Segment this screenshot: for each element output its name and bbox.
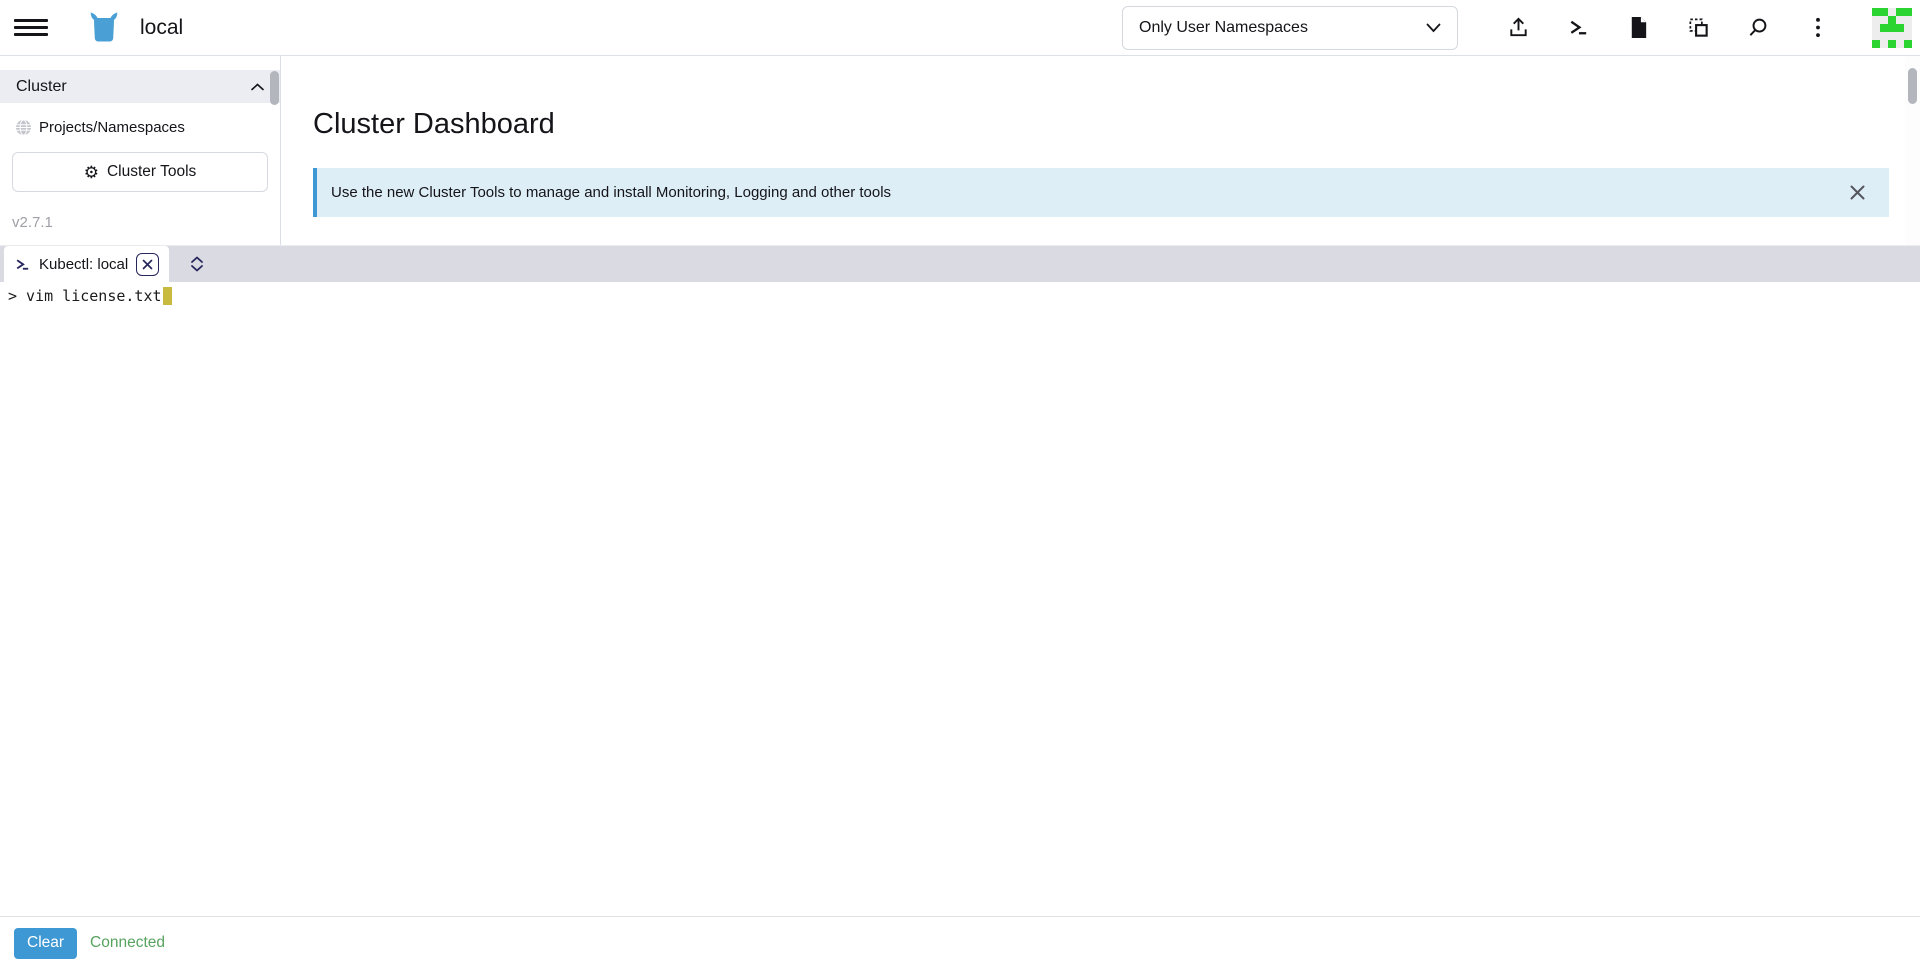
main-menu-button[interactable] [14, 11, 48, 45]
clear-button[interactable]: Clear [14, 928, 77, 959]
kubectl-shell-icon [14, 256, 31, 273]
terminal-prompt-line: > vim license.txt [8, 287, 162, 305]
terminal-resize-button[interactable] [184, 246, 210, 282]
info-banner-text: Use the new Cluster Tools to manage and … [331, 184, 891, 201]
upload-icon [1507, 16, 1530, 39]
cluster-tools-label: Cluster Tools [107, 163, 196, 181]
terminal-output[interactable]: > vim license.txt [0, 282, 1920, 916]
sidebar-item-projects-namespaces[interactable]: Projects/Namespaces [0, 116, 280, 139]
header: local Only User Namespaces [0, 0, 1920, 56]
info-banner: Use the new Cluster Tools to manage and … [313, 168, 1889, 217]
terminal-panel: Kubectl: local > vim license.txt Clear C… [0, 245, 1920, 969]
close-icon [142, 259, 153, 270]
import-yaml-button[interactable] [1681, 8, 1715, 48]
kubectl-shell-icon [1567, 16, 1590, 39]
chevron-down-icon [1426, 23, 1441, 33]
header-right: Only User Namespaces [1122, 6, 1912, 50]
cluster-tools-button[interactable]: ⚙ Cluster Tools [12, 152, 268, 192]
terminal-footer: Clear Connected [0, 916, 1920, 969]
import-yaml-icon [1687, 16, 1710, 39]
terminal-cursor [163, 287, 172, 305]
kebab-menu-button[interactable] [1801, 8, 1835, 48]
page-title: Cluster Dashboard [313, 108, 1889, 141]
rancher-app: local Only User Namespaces [0, 0, 1920, 969]
unfold-vertical-icon [190, 255, 204, 273]
tab-label: Kubectl: local [39, 256, 128, 273]
version-label: v2.7.1 [12, 214, 280, 231]
connection-status: Connected [90, 934, 165, 952]
user-avatar[interactable] [1872, 8, 1912, 48]
search-button[interactable] [1741, 8, 1775, 48]
page-scrollbar-thumb[interactable] [1908, 68, 1917, 104]
cluster-name: local [140, 16, 183, 40]
docs-icon [1628, 16, 1649, 39]
search-icon [1747, 16, 1770, 39]
chevron-up-icon [251, 83, 264, 91]
tab-close-button[interactable] [136, 253, 159, 276]
docs-button[interactable] [1621, 8, 1655, 48]
kubectl-shell-button[interactable] [1561, 8, 1595, 48]
namespace-filter-value: Only User Namespaces [1139, 19, 1308, 37]
globe-icon [15, 119, 32, 136]
close-icon [1849, 184, 1866, 201]
section-label: Cluster [16, 78, 67, 96]
rancher-logo[interactable] [84, 8, 124, 48]
tab-kubectl-local[interactable]: Kubectl: local [4, 246, 169, 282]
sidebar-scrollbar-thumb[interactable] [270, 71, 279, 105]
menu-icon [14, 19, 48, 22]
upload-button[interactable] [1501, 8, 1535, 48]
banner-close-button[interactable] [1845, 181, 1869, 205]
terminal-tabbar: Kubectl: local [0, 246, 1920, 282]
sidebar-section-cluster[interactable]: Cluster [0, 70, 280, 103]
sidebar-item-label: Projects/Namespaces [39, 119, 185, 136]
kebab-menu-icon [1815, 16, 1821, 39]
header-left: local [14, 8, 183, 48]
namespace-filter-select[interactable]: Only User Namespaces [1122, 6, 1458, 50]
gear-icon: ⚙ [84, 164, 99, 181]
